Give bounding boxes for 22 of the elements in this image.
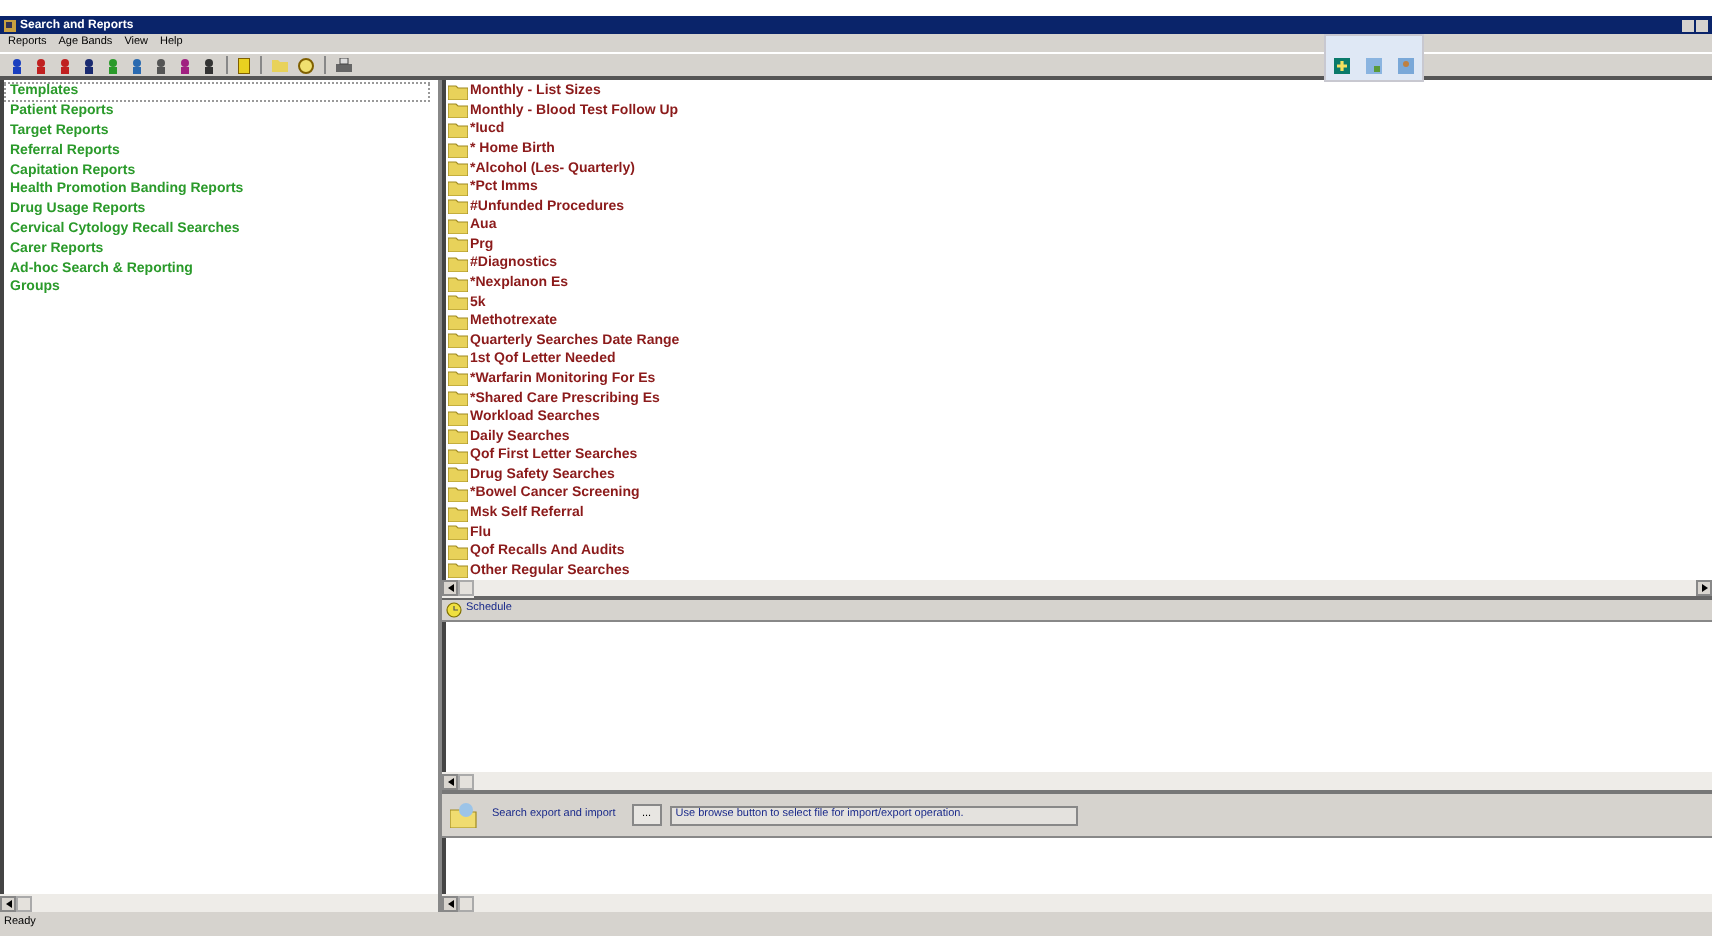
scroll-thumb[interactable] [16,895,32,911]
left-arrow-icon [5,899,11,907]
scroll-thumb[interactable] [458,580,474,596]
scroll-left-button[interactable] [442,895,458,911]
scroll-thumb[interactable] [458,895,474,911]
scroll-thumb[interactable] [458,773,474,789]
left-arrow-icon [447,584,453,592]
printer-icon[interactable] [336,57,352,73]
scroll-left-button[interactable] [442,580,458,596]
left-arrow-icon [447,777,453,785]
scroll-left-button[interactable] [0,895,16,911]
restore-button[interactable] [1696,19,1708,31]
app-icon [4,19,16,31]
folder-globe-icon [450,802,478,828]
minimize-button[interactable] [1682,19,1694,31]
scroll-left-button[interactable] [442,773,458,789]
left-arrow-icon [447,899,453,907]
plus-icon[interactable] [1334,58,1350,74]
person-icon[interactable] [10,57,24,73]
person-icon[interactable] [82,57,96,73]
right-arrow-icon [1701,584,1707,592]
scroll-right-button[interactable] [1696,580,1712,596]
